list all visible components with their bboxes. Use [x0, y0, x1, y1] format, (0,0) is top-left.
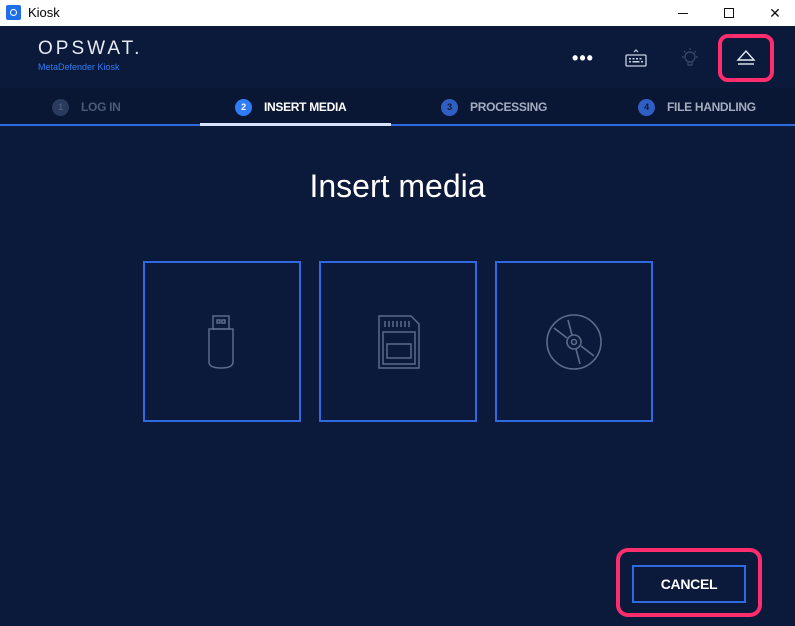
cd-disc-icon — [546, 313, 602, 370]
step-number: 4 — [638, 98, 655, 116]
window-title: Kiosk — [28, 5, 60, 20]
step-number: 3 — [441, 98, 458, 116]
steps-nav: 1 LOG IN 2 INSERT MEDIA 3 PROCESSING 4 F… — [0, 88, 795, 126]
step-label: PROCESSING — [470, 100, 548, 114]
usb-media-option[interactable] — [143, 261, 301, 422]
more-icon[interactable]: ••• — [565, 40, 601, 76]
step-processing: 3 PROCESSING — [441, 88, 547, 126]
app-header: OPSWAT. MetaDefender Kiosk ••• — [0, 26, 795, 88]
lightbulb-icon[interactable] — [672, 40, 708, 76]
step-number: 2 — [235, 98, 252, 116]
steps-divider — [0, 124, 795, 126]
eject-button[interactable] — [718, 34, 774, 82]
usb-drive-icon — [208, 314, 234, 369]
step-number: 1 — [52, 98, 69, 116]
maximize-button[interactable] — [706, 0, 752, 26]
cancel-button[interactable]: CANCEL — [632, 565, 746, 603]
step-log-in: 1 LOG IN — [52, 88, 121, 126]
page-title: Insert media — [309, 168, 486, 204]
step-insert-media: 2 INSERT MEDIA — [235, 88, 347, 126]
close-button[interactable]: ✕ — [752, 0, 795, 26]
more-glyph: ••• — [572, 47, 594, 68]
close-icon: ✕ — [769, 4, 781, 21]
minimize-icon — [678, 12, 688, 14]
eject-icon — [736, 49, 756, 65]
cd-media-option[interactable] — [495, 261, 653, 422]
brand-name: OPSWAT. — [38, 38, 143, 59]
brand-logo: OPSWAT. MetaDefender Kiosk — [38, 38, 142, 72]
step-label: INSERT MEDIA — [264, 100, 347, 114]
step-file-handling: 4 FILE HANDLING — [638, 88, 756, 126]
sd-card-icon — [378, 314, 420, 369]
minimize-button[interactable] — [660, 0, 706, 26]
window-titlebar: Kiosk ✕ — [0, 0, 795, 26]
active-step-indicator — [200, 123, 391, 126]
kiosk-app-icon — [6, 5, 21, 20]
product-name: MetaDefender Kiosk — [38, 62, 120, 72]
maximize-icon — [724, 8, 734, 18]
step-label: LOG IN — [81, 100, 121, 114]
keyboard-icon[interactable] — [618, 40, 654, 76]
sd-card-media-option[interactable] — [319, 261, 477, 422]
step-label: FILE HANDLING — [667, 100, 756, 114]
